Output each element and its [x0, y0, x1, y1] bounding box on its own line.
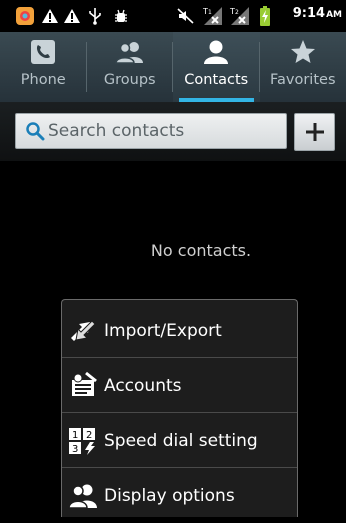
sim1-label: 1 [208, 9, 212, 16]
empty-state-message: No contacts. [0, 241, 346, 260]
tab-label: Phone [21, 72, 66, 88]
menu-item-import-export[interactable]: Import/Export [62, 303, 297, 358]
warning-icon [40, 5, 60, 27]
accounts-icon [68, 371, 98, 401]
display-options-icon [68, 481, 98, 511]
menu-item-label: Display options [104, 486, 235, 506]
speed-dial-digit: 3 [72, 444, 78, 455]
mute-icon [176, 5, 196, 27]
menu-item-label: Accounts [104, 376, 182, 396]
battery-charging-icon [258, 5, 272, 27]
search-input[interactable] [48, 121, 268, 141]
search-box[interactable] [15, 113, 287, 149]
options-menu: Import/Export Accounts 1 2 3 Speed dial … [61, 299, 298, 517]
menu-item-accounts[interactable]: Accounts [62, 358, 297, 413]
app-icon [14, 5, 36, 27]
tab-label: Groups [104, 72, 156, 88]
signal-1-icon: T1 [200, 5, 224, 27]
phone-icon [30, 38, 56, 66]
speed-dial-digit: 1 [72, 430, 78, 441]
status-bar: T1 T2 9:14AM [0, 0, 346, 32]
search-icon [22, 118, 48, 144]
menu-item-label: Speed dial setting [104, 431, 258, 451]
warning-icon [62, 5, 82, 27]
clock-ampm: AM [326, 10, 342, 20]
tab-favorites[interactable]: Favorites [260, 32, 346, 102]
speed-dial-icon: 1 2 3 [68, 426, 98, 456]
import-export-icon [68, 316, 98, 346]
tab-label: Contacts [184, 72, 248, 88]
menu-item-label: Import/Export [104, 321, 222, 341]
tab-bar: Phone Groups Contacts Favorites [0, 32, 346, 102]
star-icon [290, 38, 316, 66]
groups-icon [113, 38, 147, 66]
tab-groups[interactable]: Groups [87, 32, 174, 102]
clock: 9:14AM [293, 6, 342, 21]
plus-icon [305, 122, 325, 142]
debug-icon [112, 5, 130, 27]
tab-phone[interactable]: Phone [0, 32, 87, 102]
menu-item-speed-dial-setting[interactable]: 1 2 3 Speed dial setting [62, 413, 297, 468]
tab-contacts[interactable]: Contacts [173, 32, 260, 102]
contact-icon [202, 38, 230, 66]
usb-icon [86, 5, 104, 27]
menu-item-display-options[interactable]: Display options [62, 468, 297, 523]
clock-time: 9:14 [293, 6, 325, 21]
search-row [0, 102, 346, 161]
speed-dial-digit: 2 [86, 430, 92, 441]
sim2-label: 2 [235, 9, 239, 16]
add-contact-button[interactable] [294, 113, 335, 151]
signal-2-icon: T2 [227, 5, 251, 27]
tab-label: Favorites [270, 72, 336, 88]
